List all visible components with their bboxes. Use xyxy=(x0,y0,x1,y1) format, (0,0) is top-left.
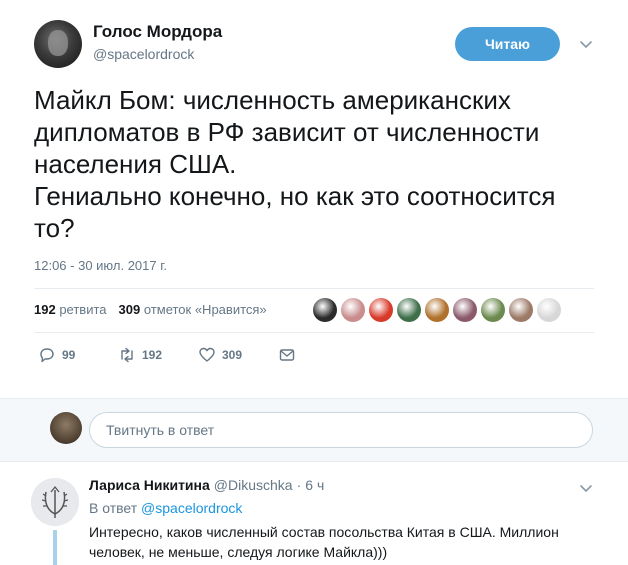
separator: · xyxy=(296,477,302,493)
divider xyxy=(34,288,594,289)
tweet-timestamp[interactable]: 12:06 - 30 июл. 2017 г. xyxy=(34,258,167,273)
reply-composer: Твитнуть в ответ xyxy=(0,398,628,462)
reply-icon xyxy=(40,348,54,363)
liker-avatar[interactable] xyxy=(369,298,393,322)
retweet-stat[interactable]: 192 ретвита xyxy=(34,302,107,317)
reply-author-avatar[interactable] xyxy=(31,478,79,526)
liker-avatar[interactable] xyxy=(481,298,505,322)
liker-avatar[interactable] xyxy=(313,298,337,322)
main-tweet: Голос Мордора @spacelordrock Читаю Майкл… xyxy=(0,0,628,398)
like-action[interactable]: 309 xyxy=(198,346,278,364)
author-name[interactable]: Голос Мордора xyxy=(93,22,222,42)
reply-to-line: В ответ @spacelordrock xyxy=(89,500,243,516)
liker-avatar[interactable] xyxy=(509,298,533,322)
reply-action[interactable]: 99 xyxy=(38,346,118,364)
current-user-avatar xyxy=(50,412,82,444)
author-handle[interactable]: @spacelordrock xyxy=(93,46,194,62)
like-stat[interactable]: 309 отметок «Нравится» xyxy=(119,302,267,317)
heart-icon xyxy=(199,347,215,362)
reply-to-handle-link[interactable]: @spacelordrock xyxy=(141,500,242,516)
reply-header: Лариса Никитина @Dikuschka · 6 ч xyxy=(89,477,324,493)
thread-line xyxy=(53,530,57,565)
liker-avatar[interactable] xyxy=(425,298,449,322)
tweet-text: Майкл Бом: численность американских дипл… xyxy=(34,85,556,243)
likers-avatars xyxy=(313,298,561,322)
chevron-down-icon[interactable] xyxy=(578,480,594,496)
liker-avatar[interactable] xyxy=(341,298,365,322)
chevron-down-icon[interactable] xyxy=(578,36,594,52)
author-avatar[interactable] xyxy=(34,20,82,68)
envelope-icon xyxy=(279,349,295,361)
divider xyxy=(34,332,594,333)
liker-avatar[interactable] xyxy=(397,298,421,322)
reply-time[interactable]: 6 ч xyxy=(305,477,324,493)
retweet-icon xyxy=(121,347,133,363)
reply-input[interactable]: Твитнуть в ответ xyxy=(89,412,593,448)
tweet-stats: 192 ретвита 309 отметок «Нравится» xyxy=(34,302,267,317)
reply-text: Интересно, каков численный состав посоль… xyxy=(89,524,559,560)
liker-avatar[interactable] xyxy=(453,298,477,322)
liker-avatar[interactable] xyxy=(537,298,561,322)
reply-author-handle[interactable]: @Dikuschka xyxy=(214,477,293,493)
reply-author-name[interactable]: Лариса Никитина xyxy=(89,477,210,493)
wreath-avatar-image xyxy=(31,478,79,526)
message-action[interactable] xyxy=(278,346,296,364)
retweet-action[interactable]: 192 xyxy=(118,346,198,364)
reply-tweet[interactable]: Лариса Никитина @Dikuschka · 6 ч В ответ… xyxy=(0,462,628,565)
following-button[interactable]: Читаю xyxy=(455,27,560,61)
tweet-actions: 99 192 309 xyxy=(38,346,296,364)
